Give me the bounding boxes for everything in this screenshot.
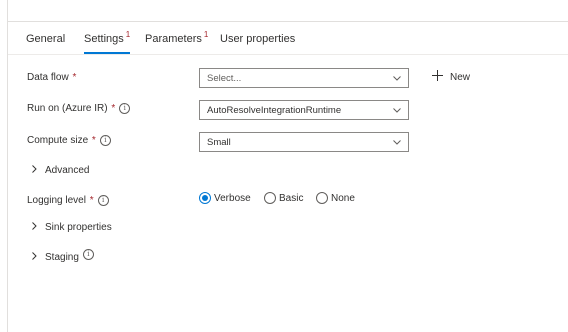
radio-selected-icon [199, 192, 211, 204]
data-flow-placeholder: Select... [207, 73, 242, 84]
data-flow-required-mark: * [72, 72, 77, 83]
chevron-right-icon [32, 165, 37, 173]
sink-properties-expander[interactable]: Sink properties [30, 222, 112, 234]
data-flow-dropdown[interactable]: Select... [199, 68, 409, 88]
logging-basic-radio[interactable]: Basic [264, 192, 303, 206]
run-on-dropdown[interactable]: AutoResolveIntegrationRuntime [199, 100, 409, 120]
chevron-down-icon [393, 108, 401, 113]
tab-parameters[interactable]: Parameters 1 [145, 30, 209, 54]
compute-size-required-mark: * [91, 135, 96, 146]
toolbar-strip [8, 0, 568, 22]
run-on-label-text: Run on (Azure IR) [27, 103, 108, 114]
info-icon[interactable]: i [97, 195, 109, 206]
tab-general-label: General [26, 33, 66, 45]
chevron-right-icon [32, 252, 37, 260]
tab-user-properties[interactable]: User properties [220, 32, 295, 54]
logging-level-required-mark: * [89, 195, 94, 206]
chevron-down-icon [393, 140, 401, 145]
logging-level-label: Logging level * i [27, 195, 109, 207]
new-button-label: New [450, 72, 471, 83]
info-icon[interactable]: i [99, 135, 111, 146]
logging-none-radio[interactable]: None [316, 192, 355, 206]
tab-settings[interactable]: Settings 1 [84, 30, 131, 54]
tab-user-properties-label: User properties [220, 33, 296, 45]
sink-properties-label: Sink properties [45, 222, 112, 233]
logging-verbose-label: Verbose [214, 193, 251, 204]
compute-size-dropdown[interactable]: Small [199, 132, 409, 152]
plus-icon [432, 70, 443, 81]
tab-parameters-label: Parameters [145, 33, 202, 45]
tab-parameters-badge: 1 [203, 30, 209, 39]
run-on-label: Run on (Azure IR) * i [27, 103, 131, 115]
radio-unselected-icon [264, 192, 276, 204]
tab-bar: General Settings 1 Parameters 1 User prope… [8, 22, 568, 55]
compute-size-value: Small [207, 137, 231, 148]
data-flow-label-text: Data flow [27, 72, 69, 83]
logging-none-label: None [331, 193, 355, 204]
run-on-value: AutoResolveIntegrationRuntime [207, 105, 342, 116]
staging-label: Staging [45, 252, 79, 263]
info-icon[interactable]: i [82, 249, 94, 260]
radio-unselected-icon [316, 192, 328, 204]
tab-settings-badge: 1 [125, 30, 131, 39]
advanced-label: Advanced [45, 165, 90, 176]
chevron-right-icon [32, 222, 37, 230]
advanced-expander[interactable]: Advanced [30, 165, 89, 177]
run-on-required-mark: * [111, 103, 116, 114]
chevron-down-icon [393, 76, 401, 81]
info-icon[interactable]: i [119, 103, 131, 114]
settings-panel: General Settings 1 Parameters 1 User prope… [7, 0, 568, 332]
data-flow-label: Data flow * [27, 72, 76, 84]
new-data-flow-button[interactable]: New [432, 70, 470, 86]
compute-size-label: Compute size * i [27, 135, 111, 147]
compute-size-label-text: Compute size [27, 135, 89, 146]
logging-verbose-radio[interactable]: Verbose [199, 192, 251, 206]
logging-basic-label: Basic [279, 193, 304, 204]
logging-level-label-text: Logging level [27, 195, 86, 206]
staging-expander[interactable]: Staging i [30, 249, 94, 264]
tab-settings-label: Settings [84, 33, 124, 45]
tab-general[interactable]: General [26, 32, 65, 54]
